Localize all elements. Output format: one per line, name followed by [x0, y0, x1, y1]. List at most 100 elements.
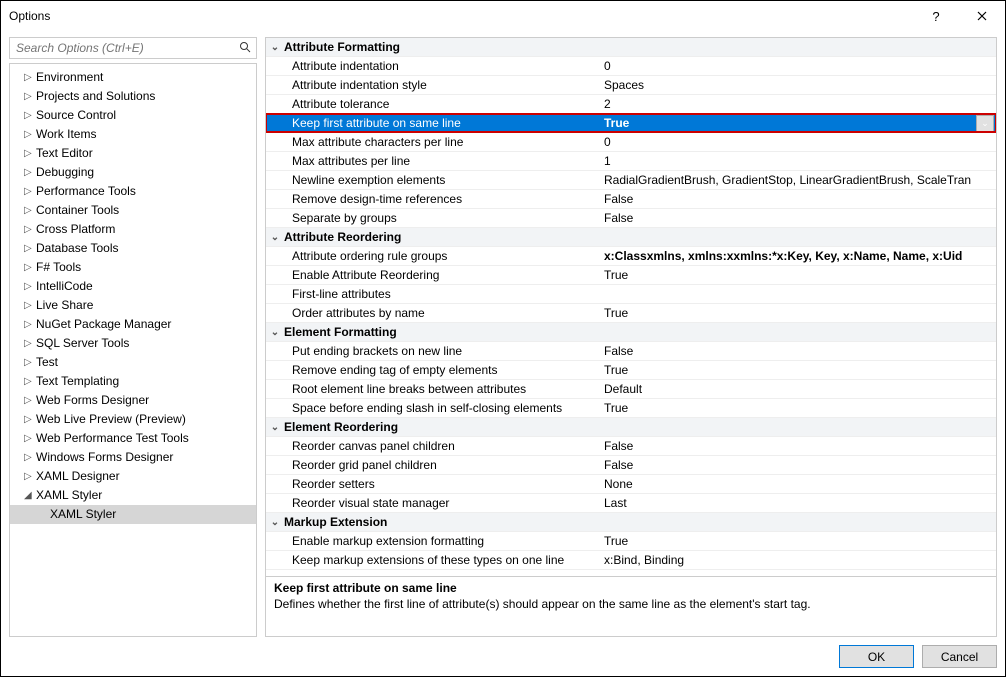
tree-item-label: Environment — [36, 69, 103, 86]
property-value[interactable]: 1 — [602, 152, 996, 171]
property-label: Put ending brackets on new line — [266, 342, 602, 361]
property-value[interactable]: False — [602, 456, 996, 475]
property-row[interactable]: Remove ending tag of empty elementsTrue — [266, 361, 996, 380]
tree-item[interactable]: ▷F# Tools — [10, 258, 256, 277]
property-row[interactable]: Reorder visual state managerLast — [266, 494, 996, 513]
tree-item-label: Live Share — [36, 297, 93, 314]
property-category[interactable]: ⌄Element Formatting — [266, 323, 996, 342]
property-value[interactable]: True — [602, 114, 976, 133]
tree-item[interactable]: ▷Web Forms Designer — [10, 391, 256, 410]
tree-item[interactable]: ▷Source Control — [10, 106, 256, 125]
expand-icon: ▷ — [24, 240, 36, 257]
property-row[interactable]: Enable Attribute ReorderingTrue — [266, 266, 996, 285]
tree-item[interactable]: ▷Database Tools — [10, 239, 256, 258]
property-row[interactable]: Reorder grid panel childrenFalse — [266, 456, 996, 475]
tree-item[interactable]: ▷IntelliCode — [10, 277, 256, 296]
tree-item[interactable]: ▷Work Items — [10, 125, 256, 144]
tree-item[interactable]: XAML Styler — [10, 505, 256, 524]
property-row[interactable]: Reorder canvas panel childrenFalse — [266, 437, 996, 456]
tree-item[interactable]: ▷Debugging — [10, 163, 256, 182]
tree-item[interactable]: ▷Web Performance Test Tools — [10, 429, 256, 448]
expand-icon: ▷ — [24, 221, 36, 238]
property-value[interactable]: None — [602, 475, 996, 494]
property-category[interactable]: ⌄Attribute Reordering — [266, 228, 996, 247]
tree-item[interactable]: ▷Performance Tools — [10, 182, 256, 201]
ok-button[interactable]: OK — [839, 645, 914, 668]
expand-icon: ▷ — [24, 373, 36, 390]
property-value[interactable]: False — [602, 209, 996, 228]
tree-item[interactable]: ▷Projects and Solutions — [10, 87, 256, 106]
property-row[interactable]: Attribute indentation0 — [266, 57, 996, 76]
tree-item[interactable]: ◢XAML Styler — [10, 486, 256, 505]
tree-item[interactable]: ▷Container Tools — [10, 201, 256, 220]
property-row[interactable]: Separate by groupsFalse — [266, 209, 996, 228]
property-grid-scroll[interactable]: ⌄Attribute FormattingAttribute indentati… — [266, 38, 996, 576]
property-label: Reorder visual state manager — [266, 494, 602, 513]
search-icon[interactable] — [234, 41, 256, 56]
help-button[interactable]: ? — [913, 1, 959, 31]
main-row: ▷Environment▷Projects and Solutions▷Sour… — [9, 37, 997, 637]
property-value[interactable]: Last — [602, 494, 996, 513]
property-label: Newline exemption elements — [266, 171, 602, 190]
property-value[interactable]: Spaces — [602, 76, 996, 95]
property-row[interactable]: Order attributes by nameTrue — [266, 304, 996, 323]
property-label: Order attributes by name — [266, 304, 602, 323]
property-value[interactable]: False — [602, 437, 996, 456]
property-value[interactable]: 0 — [602, 133, 996, 152]
property-row[interactable]: Max attribute characters per line0 — [266, 133, 996, 152]
tree-item-label: XAML Styler — [50, 506, 116, 523]
property-row[interactable]: Put ending brackets on new lineFalse — [266, 342, 996, 361]
cancel-button[interactable]: Cancel — [922, 645, 997, 668]
property-value[interactable]: True — [602, 361, 996, 380]
property-label: Attribute ordering rule groups — [266, 247, 602, 266]
property-row[interactable]: Max attributes per line1 — [266, 152, 996, 171]
close-button[interactable] — [959, 1, 1005, 31]
property-value[interactable]: Default — [602, 380, 996, 399]
property-category[interactable]: ⌄Element Reordering — [266, 418, 996, 437]
property-row[interactable]: Keep first attribute on same lineTrue⌄ — [266, 114, 996, 133]
property-value[interactable]: True — [602, 304, 996, 323]
property-row[interactable]: Enable markup extension formattingTrue — [266, 532, 996, 551]
tree-item[interactable]: ▷SQL Server Tools — [10, 334, 256, 353]
property-value[interactable]: True — [602, 399, 996, 418]
property-value[interactable]: True — [602, 266, 996, 285]
property-row[interactable]: Attribute tolerance2 — [266, 95, 996, 114]
property-value[interactable]: x:Bind, Binding — [602, 551, 996, 570]
property-label: Enable markup extension formatting — [266, 532, 602, 551]
tree-item-label: Web Performance Test Tools — [36, 430, 189, 447]
property-row[interactable]: Attribute indentation styleSpaces — [266, 76, 996, 95]
property-row[interactable]: Remove design-time referencesFalse — [266, 190, 996, 209]
property-category[interactable]: ⌄Markup Extension — [266, 513, 996, 532]
property-row[interactable]: Keep markup extensions of these types on… — [266, 551, 996, 570]
expand-icon: ▷ — [24, 411, 36, 428]
property-value[interactable]: False — [602, 342, 996, 361]
tree-item[interactable]: ▷Environment — [10, 68, 256, 87]
collapse-icon: ⌄ — [266, 418, 284, 437]
property-category[interactable]: ⌄Attribute Formatting — [266, 38, 996, 57]
property-value[interactable]: True — [602, 532, 996, 551]
property-row[interactable]: First-line attributes — [266, 285, 996, 304]
tree-item[interactable]: ▷Windows Forms Designer — [10, 448, 256, 467]
property-row[interactable]: Attribute ordering rule groupsx:Classxml… — [266, 247, 996, 266]
tree-item[interactable]: ▷Cross Platform — [10, 220, 256, 239]
search-input[interactable] — [10, 41, 234, 55]
property-row[interactable]: Root element line breaks between attribu… — [266, 380, 996, 399]
property-value[interactable]: RadialGradientBrush, GradientStop, Linea… — [602, 171, 996, 190]
category-tree[interactable]: ▷Environment▷Projects and Solutions▷Sour… — [9, 63, 257, 637]
tree-item[interactable]: ▷Test — [10, 353, 256, 372]
property-value[interactable]: x:Classxmlns, xmlns:xxmlns:*x:Key, Key, … — [602, 247, 996, 266]
collapse-icon: ⌄ — [266, 228, 284, 247]
tree-item[interactable]: ▷Text Templating — [10, 372, 256, 391]
property-row[interactable]: Newline exemption elementsRadialGradient… — [266, 171, 996, 190]
property-row[interactable]: Reorder settersNone — [266, 475, 996, 494]
tree-item[interactable]: ▷Text Editor — [10, 144, 256, 163]
property-row[interactable]: Space before ending slash in self-closin… — [266, 399, 996, 418]
chevron-down-icon[interactable]: ⌄ — [976, 115, 994, 132]
tree-item[interactable]: ▷NuGet Package Manager — [10, 315, 256, 334]
tree-item[interactable]: ▷Live Share — [10, 296, 256, 315]
tree-item[interactable]: ▷Web Live Preview (Preview) — [10, 410, 256, 429]
property-value[interactable]: 0 — [602, 57, 996, 76]
property-value[interactable]: False — [602, 190, 996, 209]
tree-item[interactable]: ▷XAML Designer — [10, 467, 256, 486]
property-value[interactable]: 2 — [602, 95, 996, 114]
